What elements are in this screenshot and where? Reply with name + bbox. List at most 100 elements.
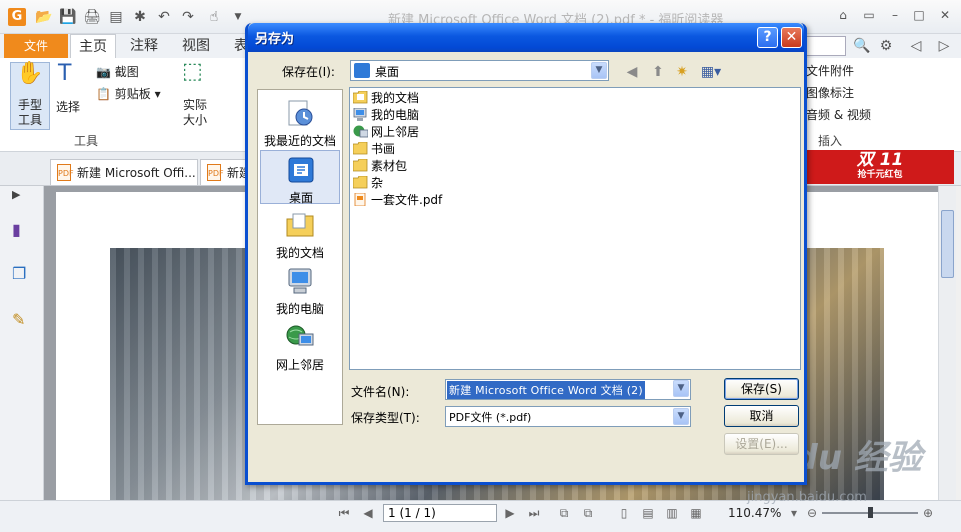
list-item[interactable]: 一套文件.pdf bbox=[353, 192, 442, 208]
settings-button[interactable]: 设置(E)... bbox=[724, 433, 799, 455]
doc-tab-1[interactable]: PDF 新建 Microsoft Offi... bbox=[50, 159, 198, 185]
filename-value: 新建 Microsoft Office Word 文档 (2) bbox=[447, 381, 645, 399]
screenshot-button[interactable]: 📷 截图 bbox=[96, 65, 139, 80]
cover-icon[interactable]: ▦ bbox=[688, 505, 704, 521]
redo-icon[interactable]: ↷ bbox=[178, 7, 198, 27]
place-network[interactable]: 网上邻居 bbox=[260, 318, 340, 372]
clipboard-label: 剪贴板 bbox=[114, 87, 151, 101]
cancel-button[interactable]: 取消 bbox=[724, 405, 799, 427]
expand-panel-icon[interactable]: ▶ bbox=[12, 188, 32, 208]
promo-title: 双 11 bbox=[856, 150, 904, 170]
filename-input[interactable]: 新建 Microsoft Office Word 文档 (2) ▼ bbox=[445, 379, 691, 400]
file-name: 我的文档 bbox=[371, 91, 420, 105]
undo-icon[interactable]: ↶ bbox=[154, 7, 174, 27]
list-item[interactable]: 素材包 bbox=[353, 158, 407, 174]
print-icon[interactable]: 🖨 bbox=[82, 7, 102, 27]
properties-icon[interactable]: ▤ bbox=[106, 7, 126, 27]
place-desktop[interactable]: 桌面 bbox=[260, 150, 340, 205]
minimize-icon[interactable]: – bbox=[884, 6, 906, 24]
gear-icon[interactable]: ⚙ bbox=[876, 36, 896, 56]
save-in-dropdown[interactable]: 桌面 ▼ bbox=[350, 60, 609, 81]
promo-banner[interactable]: 双 11 抢千元红包 bbox=[806, 150, 954, 184]
chevron-down-icon[interactable]: ▼ bbox=[591, 62, 607, 79]
network-icon bbox=[285, 322, 315, 352]
maximize-icon[interactable]: □ bbox=[908, 6, 930, 24]
next-page-icon[interactable]: ▶ bbox=[502, 505, 518, 521]
filetype-dropdown[interactable]: PDF文件 (*.pdf) ▼ bbox=[445, 406, 691, 427]
clipboard-button[interactable]: 📋 剪贴板 ▾ bbox=[96, 87, 161, 102]
window-close-icon[interactable]: ✕ bbox=[934, 6, 956, 24]
previous-page-icon[interactable]: ◀ bbox=[360, 505, 376, 521]
facing-icon[interactable]: ▥ bbox=[664, 505, 680, 521]
doc-tab-1-label: 新建 Microsoft Offi... bbox=[77, 166, 196, 180]
new-folder-icon[interactable]: ✷ bbox=[672, 62, 692, 82]
file-name: 一套文件.pdf bbox=[371, 193, 443, 207]
group-insert-label: 插入 bbox=[818, 134, 843, 148]
dialog-titlebar[interactable]: 另存为 ? ✕ bbox=[248, 23, 804, 52]
comments-icon[interactable]: ✎ bbox=[12, 310, 32, 330]
group-tools-label: 工具 bbox=[74, 134, 99, 148]
save-icon[interactable]: 💾 bbox=[58, 7, 78, 27]
continuous-icon[interactable]: ▤ bbox=[640, 505, 656, 521]
file-list[interactable]: 我的文档 我的电脑 网上邻居 书画 素材包 杂 一套文件.pdf bbox=[349, 87, 801, 370]
customize-dropdown-icon[interactable]: ▼ bbox=[228, 7, 248, 27]
open-icon[interactable]: 📂 bbox=[34, 7, 54, 27]
tab-view[interactable]: 视图 bbox=[174, 34, 218, 58]
view-icon[interactable]: ⧉ bbox=[580, 505, 596, 521]
network-icon bbox=[353, 125, 368, 138]
page-number-input[interactable]: 1 (1 / 1) bbox=[383, 504, 497, 522]
folder-icon bbox=[353, 159, 368, 172]
first-page-icon[interactable]: ⏮ bbox=[336, 505, 352, 521]
place-recent[interactable]: 我最近的文档 bbox=[260, 94, 340, 148]
recent-documents-icon bbox=[285, 98, 315, 128]
audio-video-button[interactable]: 音频 & 视频 bbox=[806, 108, 871, 123]
pages-icon[interactable]: ❐ bbox=[12, 264, 32, 284]
bookmark-icon[interactable]: ▮ bbox=[12, 220, 32, 240]
place-my-computer[interactable]: 我的电脑 bbox=[260, 262, 340, 316]
tab-home[interactable]: 主页 bbox=[70, 34, 116, 58]
select-label[interactable]: 选择 bbox=[56, 100, 80, 115]
save-button[interactable]: 保存(S) bbox=[724, 378, 799, 400]
tab-comment[interactable]: 注释 bbox=[122, 34, 166, 58]
help-button[interactable]: ? bbox=[757, 27, 778, 48]
doc-tab-2[interactable]: PDF 新建 bbox=[200, 159, 250, 185]
file-attachment-button[interactable]: 文件附件 bbox=[806, 64, 854, 79]
close-button[interactable]: ✕ bbox=[781, 27, 802, 48]
single-page-icon[interactable]: ▯ bbox=[616, 505, 632, 521]
file-tab[interactable]: 文件 bbox=[4, 34, 68, 58]
up-folder-icon[interactable]: ⬆ bbox=[648, 62, 668, 82]
list-item[interactable]: 我的文档 bbox=[353, 90, 419, 106]
scrollbar-thumb[interactable] bbox=[941, 210, 954, 278]
app-search-input[interactable] bbox=[806, 36, 846, 56]
image-annotation-button[interactable]: 图像标注 bbox=[806, 86, 854, 101]
save-as-dialog: 另存为 ? ✕ 保存在(I): 桌面 ▼ ◀ ⬆ ✷ ▦▾ 我最近的文档 桌面 … bbox=[245, 23, 807, 485]
list-item[interactable]: 网上邻居 bbox=[353, 124, 419, 140]
select-icon[interactable]: T bbox=[58, 63, 71, 85]
actual-size-icon[interactable]: ⬚ bbox=[182, 61, 203, 83]
last-page-icon[interactable]: ⏭ bbox=[526, 505, 542, 521]
filename-dropdown[interactable]: ▼ bbox=[671, 379, 690, 400]
place-my-documents[interactable]: 我的文档 bbox=[260, 206, 340, 260]
list-item[interactable]: 我的电脑 bbox=[353, 107, 419, 123]
my-documents-icon bbox=[285, 210, 315, 240]
actual-size-label[interactable]: 实际 大小 bbox=[180, 98, 210, 128]
zoom-in-icon[interactable]: ⊕ bbox=[920, 505, 936, 521]
new-icon[interactable]: ✱ bbox=[130, 7, 150, 27]
next-icon[interactable]: ▷ bbox=[934, 36, 954, 56]
places-bar: 我最近的文档 桌面 我的文档 我的电脑 网上邻居 bbox=[257, 89, 343, 425]
chevron-down-icon[interactable]: ▼ bbox=[673, 408, 689, 425]
hand-tool-qa-icon[interactable]: ☝ bbox=[204, 7, 224, 27]
view-menu-icon[interactable]: ▦▾ bbox=[698, 62, 724, 82]
prev-icon[interactable]: ◁ bbox=[906, 36, 926, 56]
list-item[interactable]: 书画 bbox=[353, 141, 395, 157]
back-icon[interactable]: ◀ bbox=[622, 62, 642, 82]
search-icon[interactable]: 🔍 bbox=[852, 36, 872, 56]
chevron-down-icon[interactable]: ▼ bbox=[673, 380, 689, 397]
skin-icon[interactable]: ⌂ bbox=[832, 6, 854, 24]
place-recent-label: 我最近的文档 bbox=[263, 134, 336, 148]
filename-label: 文件名(N): bbox=[351, 385, 410, 399]
layout-icon[interactable]: ▭ bbox=[858, 6, 880, 24]
foxit-logo-icon: G bbox=[8, 8, 26, 26]
list-item[interactable]: 杂 bbox=[353, 175, 383, 191]
view-icon[interactable]: ⧉ bbox=[556, 505, 572, 521]
